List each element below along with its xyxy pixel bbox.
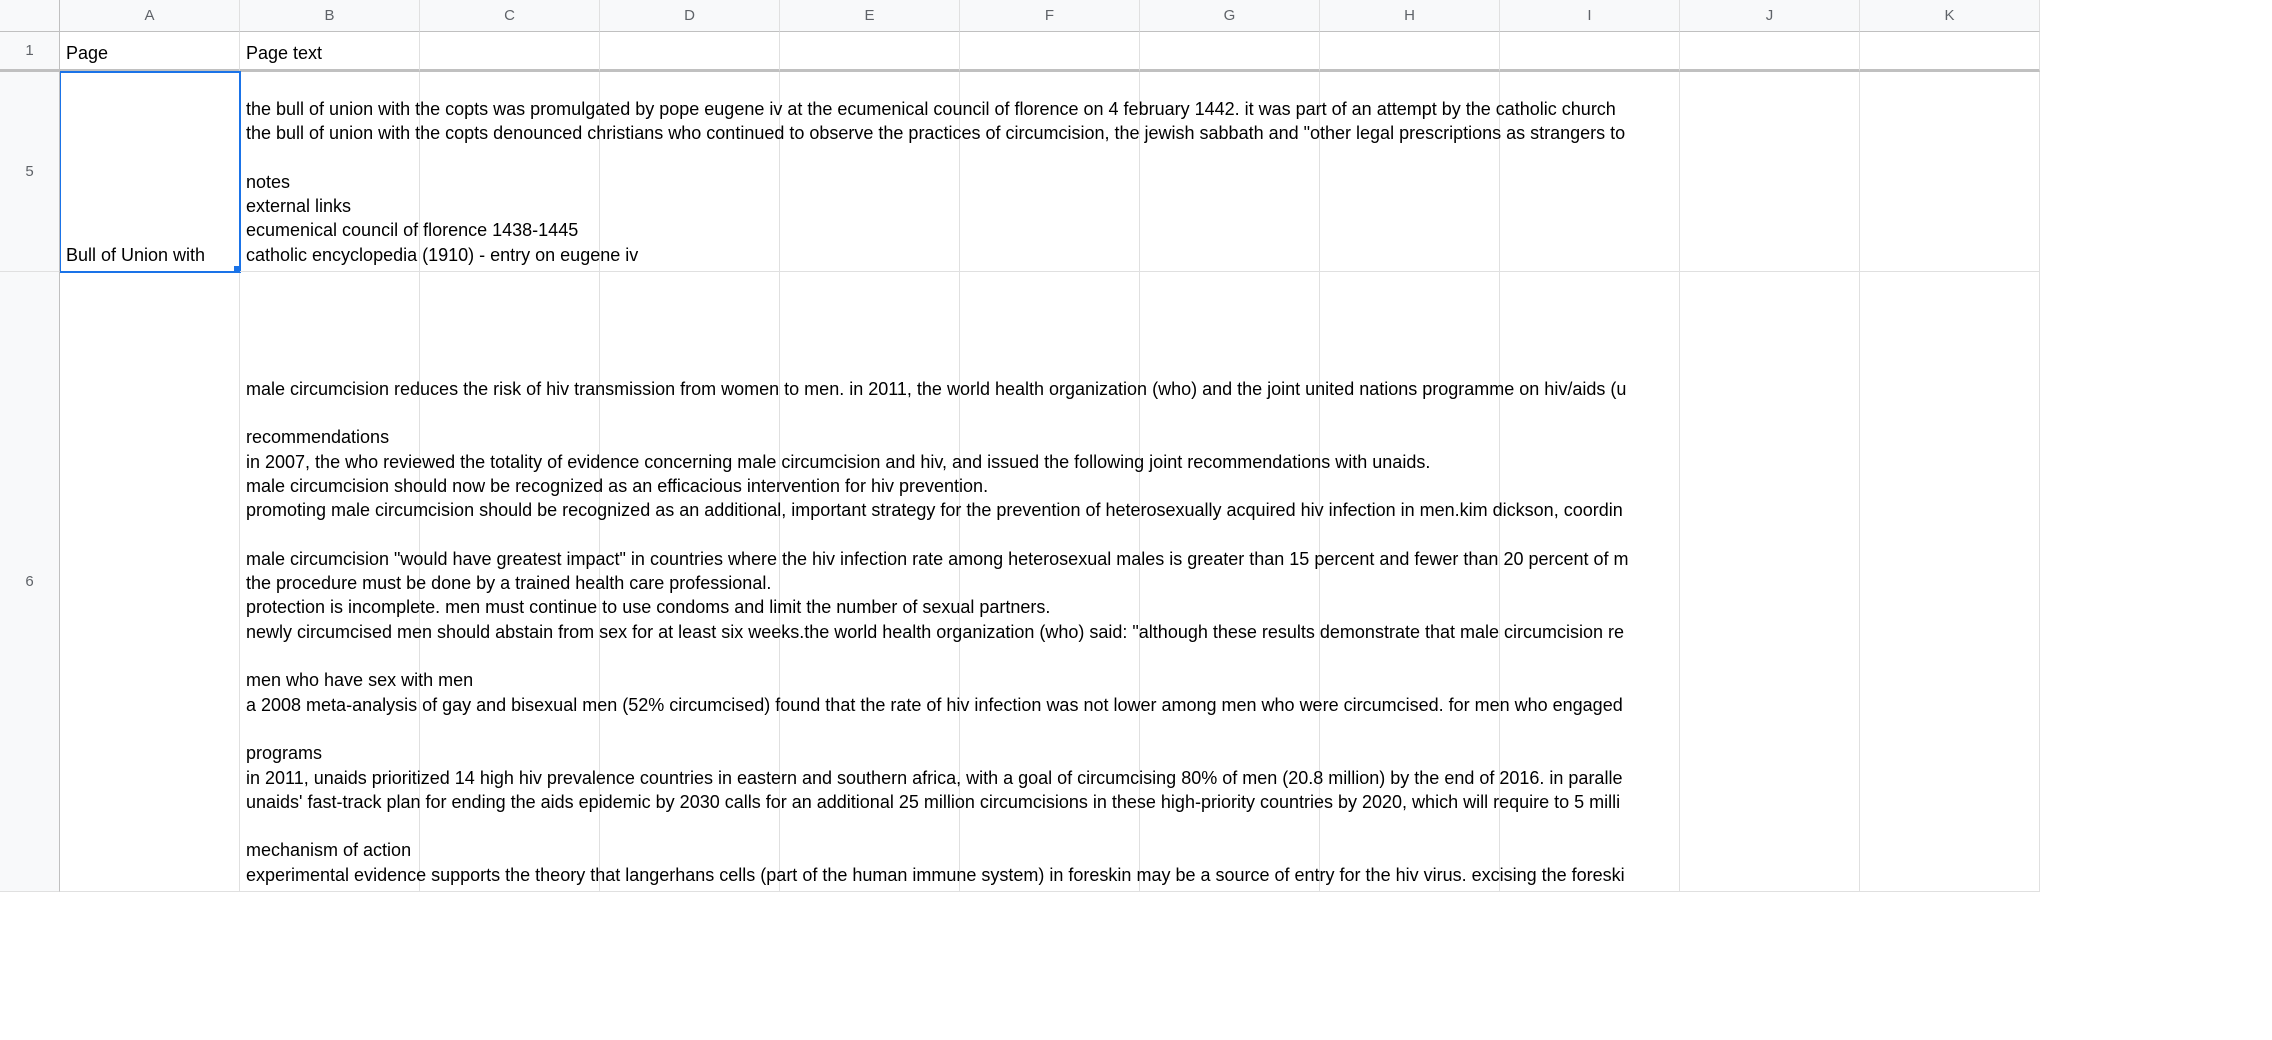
cell-D1[interactable]: [600, 32, 780, 72]
cell-A5[interactable]: Bull of Union with: [60, 72, 240, 272]
corner-cell[interactable]: [0, 0, 60, 32]
cell-F1[interactable]: [960, 32, 1140, 72]
column-header-j[interactable]: J: [1680, 0, 1860, 32]
column-header-h[interactable]: H: [1320, 0, 1500, 32]
cell-E1[interactable]: [780, 32, 960, 72]
cell-H1[interactable]: [1320, 32, 1500, 72]
spreadsheet-grid[interactable]: ABCDEFGHIJK 1PagePage text 5Bull of Union …: [0, 0, 2272, 892]
row-header-1[interactable]: 1: [0, 32, 60, 72]
cell-C1[interactable]: [420, 32, 600, 72]
column-header-e[interactable]: E: [780, 0, 960, 32]
cell-B5[interactable]: the bull of union with the copts was pro…: [240, 72, 420, 272]
cell-A6[interactable]: [60, 272, 240, 892]
column-header-i[interactable]: I: [1500, 0, 1680, 32]
column-header-g[interactable]: G: [1140, 0, 1320, 32]
column-header-c[interactable]: C: [420, 0, 600, 32]
cell-B1[interactable]: Page text: [240, 32, 420, 72]
column-header-a[interactable]: A: [60, 0, 240, 32]
row-header-5[interactable]: 5: [0, 72, 60, 272]
cell-B6[interactable]: male circumcision reduces the risk of hi…: [240, 272, 420, 892]
cell-G1[interactable]: [1140, 32, 1320, 72]
row-header-6[interactable]: 6: [0, 272, 60, 892]
column-header-b[interactable]: B: [240, 0, 420, 32]
column-header-f[interactable]: F: [960, 0, 1140, 32]
cell-K1[interactable]: [1860, 32, 2040, 72]
cell-I1[interactable]: [1500, 32, 1680, 72]
cell-J1[interactable]: [1680, 32, 1860, 72]
column-header-d[interactable]: D: [600, 0, 780, 32]
cell-text: the bull of union with the copts was pro…: [246, 97, 2246, 267]
column-header-k[interactable]: K: [1860, 0, 2040, 32]
cell-A1[interactable]: Page: [60, 32, 240, 72]
cell-text: male circumcision reduces the risk of hi…: [246, 377, 2246, 887]
